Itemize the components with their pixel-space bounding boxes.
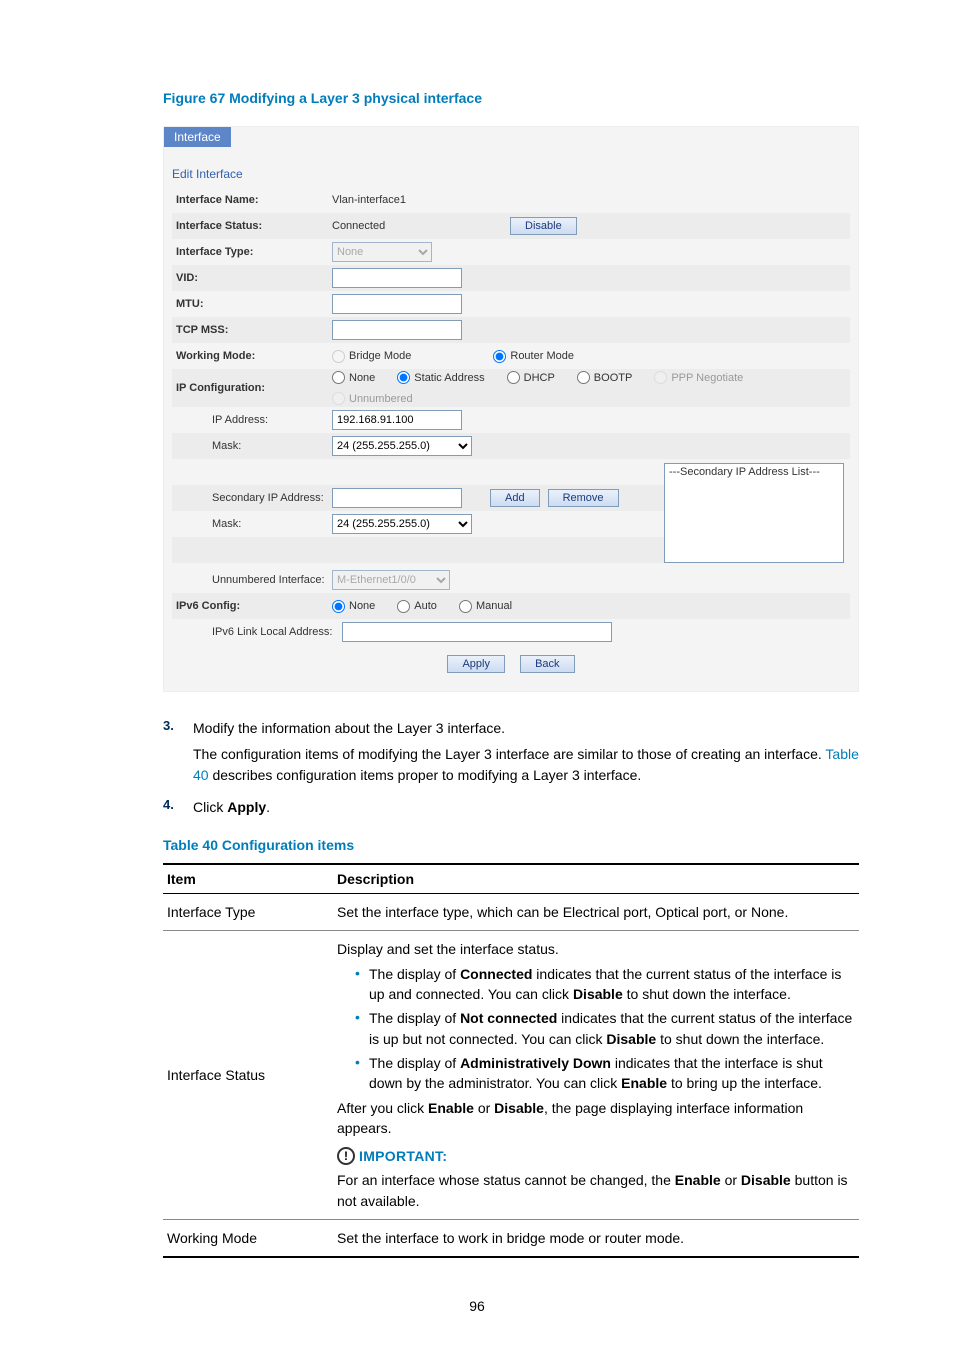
step-3: 3. Modify the information about the Laye… (163, 718, 859, 791)
label-unnumbered-interface: Unnumbered Interface: (172, 574, 332, 586)
important-icon: ! (337, 1147, 355, 1165)
tcp-mss-input[interactable] (332, 320, 462, 340)
radio-ipv6-manual[interactable]: Manual (459, 600, 512, 613)
table-row: Working Mode Set the interface to work i… (163, 1220, 859, 1258)
cell-desc: Display and set the interface status. Th… (333, 931, 859, 1220)
th-item: Item (163, 864, 333, 894)
radio-ipcfg-none[interactable]: None (332, 371, 375, 384)
value-interface-status: Connected (332, 220, 502, 232)
radio-ipv6-auto[interactable]: Auto (397, 600, 437, 613)
radio-bridge-mode[interactable]: Bridge Mode (332, 350, 411, 363)
radio-ipcfg-unnumbered[interactable]: Unnumbered (332, 392, 413, 405)
value-interface-name: Vlan-interface1 (332, 194, 406, 206)
interface-panel: Interface Edit Interface Interface Name:… (163, 126, 859, 692)
label-secondary-ip: Secondary IP Address: (172, 492, 332, 504)
label-ipv6-config: IPv6 Config: (172, 600, 332, 612)
mtu-input[interactable] (332, 294, 462, 314)
label-mask: Mask: (172, 440, 332, 452)
vid-input[interactable] (332, 268, 462, 288)
edit-interface-heading: Edit Interface (172, 167, 850, 181)
secondary-mask-select[interactable]: 24 (255.255.255.0) (332, 514, 472, 534)
table-caption: Table 40 Configuration items (163, 837, 859, 853)
step-4-number: 4. (163, 797, 193, 823)
cell-desc: Set the interface type, which can be Ele… (333, 894, 859, 931)
radio-ipcfg-ppp[interactable]: PPP Negotiate (654, 371, 743, 384)
cell-item: Working Mode (163, 1220, 333, 1258)
label-mtu: MTU: (172, 298, 332, 310)
label-ip-address: IP Address: (172, 414, 332, 426)
label-interface-status: Interface Status: (172, 220, 332, 232)
radio-ipcfg-bootp[interactable]: BOOTP (577, 371, 633, 384)
label-secondary-mask: Mask: (172, 518, 332, 530)
back-button[interactable]: Back (520, 655, 574, 673)
label-vid: VID: (172, 272, 332, 284)
remove-button[interactable]: Remove (548, 489, 619, 507)
th-description: Description (333, 864, 859, 894)
step-3-number: 3. (163, 718, 193, 791)
cell-item: Interface Status (163, 931, 333, 1220)
secondary-ip-list[interactable]: ---Secondary IP Address List--- (664, 463, 844, 563)
radio-router-mode[interactable]: Router Mode (493, 350, 574, 363)
radio-ipv6-none[interactable]: None (332, 600, 375, 613)
add-button[interactable]: Add (490, 489, 540, 507)
cell-item: Interface Type (163, 894, 333, 931)
page-number: 96 (95, 1298, 859, 1314)
radio-ipcfg-dhcp[interactable]: DHCP (507, 371, 555, 384)
figure-caption: Figure 67 Modifying a Layer 3 physical i… (95, 90, 859, 106)
label-working-mode: Working Mode: (172, 350, 332, 362)
disable-button[interactable]: Disable (510, 217, 577, 235)
apply-button[interactable]: Apply (447, 655, 505, 673)
cell-desc: Set the interface to work in bridge mode… (333, 1220, 859, 1258)
config-items-table: Item Description Interface Type Set the … (163, 863, 859, 1258)
radio-ipcfg-static[interactable]: Static Address (397, 371, 484, 384)
mask-select[interactable]: 24 (255.255.255.0) (332, 436, 472, 456)
label-ipv6-link-local: IPv6 Link Local Address: (172, 626, 342, 638)
tab-interface[interactable]: Interface (164, 127, 231, 147)
step-3-line2: The configuration items of modifying the… (193, 744, 859, 785)
step-3-line1: Modify the information about the Layer 3… (193, 718, 859, 738)
ip-address-input[interactable] (332, 410, 462, 430)
label-interface-name: Interface Name: (172, 194, 332, 206)
important-label: IMPORTANT: (359, 1146, 447, 1166)
label-tcp-mss: TCP MSS: (172, 324, 332, 336)
interface-type-select[interactable]: None (332, 242, 432, 262)
step-4-text: Click Apply. (193, 797, 859, 817)
label-interface-type: Interface Type: (172, 246, 332, 258)
table-row: Interface Type Set the interface type, w… (163, 894, 859, 931)
step-4: 4. Click Apply. (163, 797, 859, 823)
ipv6-link-local-input[interactable] (342, 622, 612, 642)
table-row: Interface Status Display and set the int… (163, 931, 859, 1220)
label-ip-configuration: IP Configuration: (172, 382, 332, 394)
secondary-ip-input[interactable] (332, 488, 462, 508)
unnumbered-interface-select[interactable]: M-Ethernet1/0/0 (332, 570, 450, 590)
